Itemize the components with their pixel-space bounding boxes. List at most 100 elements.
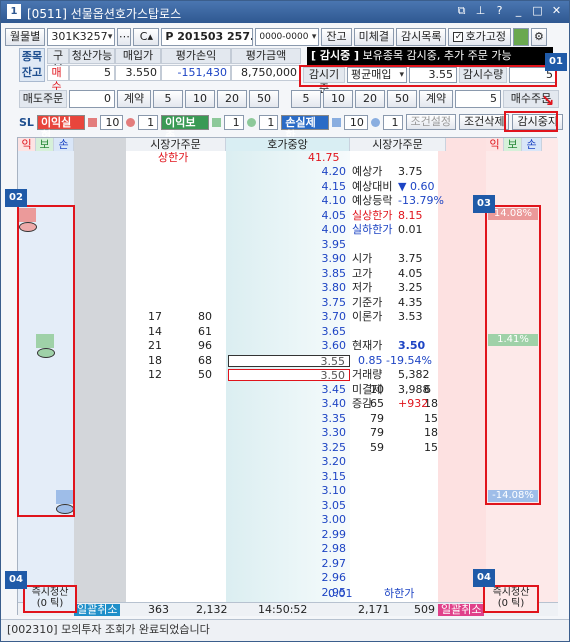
price-cell[interactable]: 4.10 <box>228 195 350 207</box>
price-cell[interactable]: 3.05 <box>228 499 350 512</box>
balance-tag: 종목잔고 <box>19 48 45 82</box>
loss-toggle[interactable]: 손실제한 <box>281 114 330 142</box>
cancel-all-left[interactable]: 일괄취소 <box>74 604 121 616</box>
restore-icon[interactable]: ⧉ <box>455 4 468 18</box>
code-input[interactable]: P 201503 257.5 <box>161 28 254 46</box>
fix-checkbox[interactable]: ✓ 호가고정 <box>448 28 511 46</box>
info-value: 8.15 <box>398 208 423 222</box>
info-label: 고가 <box>352 266 373 280</box>
price-cell[interactable]: 3.95 <box>228 238 350 251</box>
price-cell[interactable]: 2.96 <box>228 572 350 584</box>
sell-qty-cell[interactable]: 18 <box>148 354 162 367</box>
price-cell[interactable]: 4.00 <box>228 224 350 236</box>
buy-qty-cell[interactable]: 79 <box>370 427 384 439</box>
cond-delete-button[interactable]: 조건삭제 <box>458 114 510 130</box>
loss-ticks[interactable]: 10 <box>344 114 368 130</box>
price-cell[interactable]: 2.97 <box>228 557 350 570</box>
sell-qty-10[interactable]: 10 <box>185 90 215 108</box>
buy-qty-5[interactable]: 5 <box>291 90 321 108</box>
sell-qty-cell[interactable]: 80 <box>198 311 212 323</box>
price-cell[interactable]: 3.75 <box>228 296 350 309</box>
buy-qty-cell[interactable]: 59 <box>370 441 384 454</box>
sell-qty-50[interactable]: 50 <box>249 90 279 108</box>
price-cell[interactable]: 3.70 <box>228 311 350 323</box>
minimize-icon[interactable]: _ <box>512 4 525 18</box>
settings-icon[interactable]: ⚙ <box>530 28 547 46</box>
export-icon[interactable] <box>512 28 529 46</box>
password-input[interactable]: 0000-0000 <box>255 28 320 46</box>
sell-qty-cell[interactable]: 21 <box>148 340 162 352</box>
close-icon[interactable]: ✕ <box>550 4 563 18</box>
price-cell[interactable]: 3.85 <box>228 267 350 280</box>
highlight-04b <box>483 585 539 613</box>
buy-qty-cell[interactable]: 79 <box>370 412 384 425</box>
hdr-ik-right: 익 <box>486 138 504 151</box>
buy-qty-cell[interactable]: 15 <box>424 412 438 425</box>
price-cell[interactable]: 3.45 <box>228 383 350 396</box>
code-type-stepper[interactable]: C▴ <box>133 28 160 46</box>
info-value: 3.75 <box>398 252 423 265</box>
price-cell[interactable]: 3.15 <box>228 470 350 483</box>
price-cell[interactable]: 3.80 <box>228 282 350 294</box>
sell-qty-cell[interactable]: 50 <box>198 369 212 381</box>
profit-toggle[interactable]: 이익실현 <box>36 114 85 142</box>
price-cell[interactable]: 4.20 <box>228 166 350 178</box>
sell-qty-20[interactable]: 20 <box>217 90 247 108</box>
price-cell[interactable]: 3.65 <box>228 325 350 338</box>
cond-set-button[interactable]: 조건설정 <box>405 114 456 130</box>
price-cell[interactable]: 3.60 <box>228 340 350 352</box>
sell-qty-cell[interactable]: 17 <box>148 311 162 323</box>
buy-qty-20[interactable]: 20 <box>355 90 385 108</box>
price-cell[interactable]: 3.20 <box>228 456 350 468</box>
info-value: 3.25 <box>398 281 423 294</box>
price-cell[interactable]: 3.50 <box>228 369 350 382</box>
sell-qty-cell[interactable]: 61 <box>198 325 212 338</box>
sell-qty-cell[interactable]: 96 <box>198 340 212 352</box>
monitor-notice: [ 감시중 ] 보유종목 감시중, 추가 주문 가능 <box>307 47 553 65</box>
buy-qty-50[interactable]: 50 <box>387 90 417 108</box>
buy-qty-input[interactable]: 5 <box>455 90 501 108</box>
sell-qty-cell[interactable]: 68 <box>198 354 212 367</box>
price-cell[interactable]: 2.99 <box>228 528 350 541</box>
cancel-all-right[interactable]: 일괄취소 <box>438 604 485 616</box>
buy-qty-10[interactable]: 10 <box>323 90 353 108</box>
pin-icon[interactable]: ⊥ <box>474 4 487 18</box>
sell-qty-5[interactable]: 5 <box>153 90 183 108</box>
period-button[interactable]: 월물별 <box>5 28 46 46</box>
sell-qty-input[interactable]: 0 <box>69 90 115 108</box>
help-icon[interactable]: ? <box>493 4 506 18</box>
balance-button[interactable]: 잔고 <box>321 28 352 46</box>
price-cell[interactable]: 3.40 <box>228 398 350 410</box>
be-extra[interactable]: 1 <box>258 114 279 130</box>
maximize-icon[interactable]: □ <box>531 4 544 18</box>
buy-qty-cell[interactable]: 18 <box>424 427 438 439</box>
info-label: 저가 <box>352 281 373 294</box>
account-search-icon[interactable]: ⋯ <box>117 28 132 46</box>
price-cell[interactable]: 3.90 <box>228 253 350 265</box>
hdr-market-right: 시장가주문 <box>350 138 446 151</box>
v-price: 3.550 <box>115 65 161 81</box>
breakeven-toggle[interactable]: 이익보존 <box>161 114 209 142</box>
be-ticks[interactable]: 1 <box>223 114 244 130</box>
badge-01: 01 <box>545 53 567 71</box>
unfilled-button[interactable]: 미체결 <box>353 28 394 46</box>
sell-qty-cell[interactable]: 12 <box>148 369 162 381</box>
buy-qty-cell[interactable]: 15 <box>424 441 438 454</box>
profit-extra[interactable]: 1 <box>138 114 159 130</box>
price-cell[interactable]: 4.05 <box>228 209 350 222</box>
profit-ticks[interactable]: 10 <box>99 114 124 130</box>
price-cell[interactable]: 3.55 <box>228 354 350 367</box>
price-cell[interactable]: 3.30 <box>228 427 350 439</box>
sell-qty-cell[interactable]: 14 <box>148 325 162 338</box>
price-cell[interactable]: 2.98 <box>228 543 350 555</box>
account-select[interactable]: 301K3257 <box>47 28 116 46</box>
info-label: 예상가 <box>352 165 383 178</box>
price-cell[interactable]: 3.35 <box>228 412 350 425</box>
price-cell[interactable]: 4.15 <box>228 180 350 193</box>
loss-extra[interactable]: 1 <box>382 114 403 130</box>
price-cell[interactable]: 3.10 <box>228 485 350 497</box>
loss-swatch <box>332 117 342 127</box>
price-cell[interactable]: 3.00 <box>228 514 350 526</box>
price-cell[interactable]: 3.25 <box>228 441 350 454</box>
monitor-list-button[interactable]: 감시목록 <box>396 28 447 46</box>
